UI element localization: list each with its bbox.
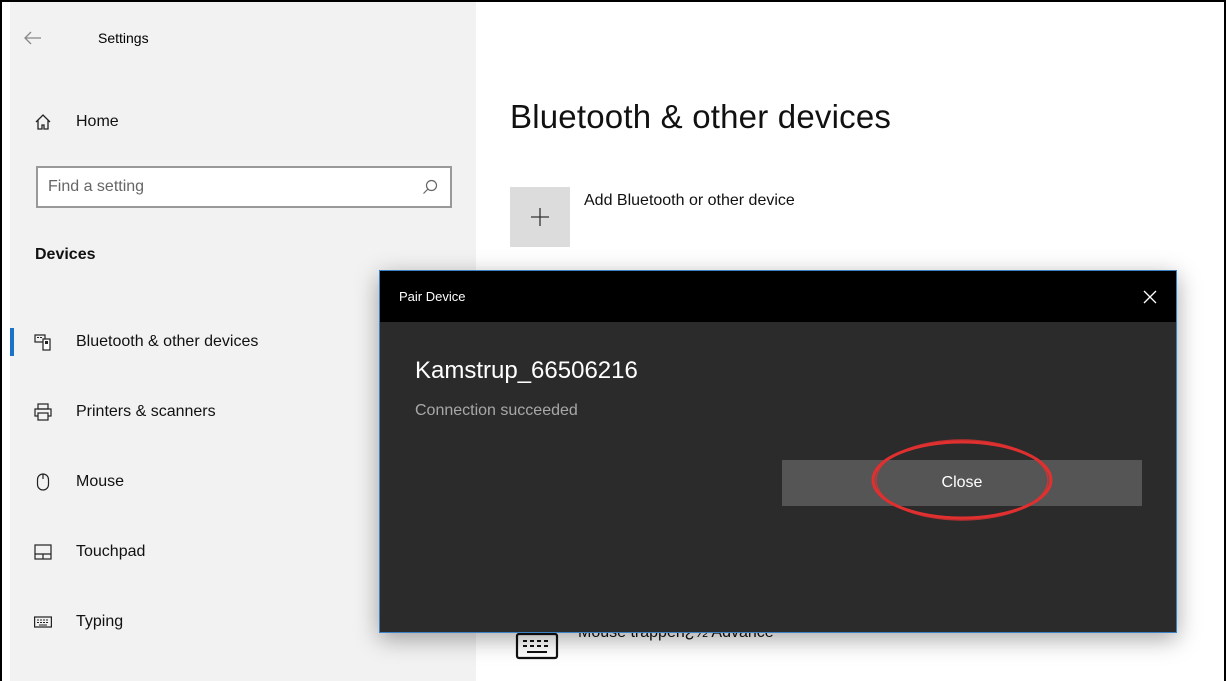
keyboard-icon	[34, 613, 52, 631]
touchpad-icon	[34, 543, 52, 561]
mouse-icon	[34, 473, 52, 491]
device-name: Kamstrup_66506216	[415, 357, 638, 384]
section-title: Devices	[35, 246, 96, 263]
app-title: Settings	[98, 30, 149, 46]
connection-status: Connection succeeded	[415, 402, 578, 419]
sidebar-item-label: Touchpad	[76, 543, 146, 560]
sidebar-item-label: Mouse	[76, 473, 125, 490]
nav-home[interactable]: Home	[10, 102, 476, 142]
home-icon	[34, 113, 52, 131]
window-frame: Settings Home Devices	[0, 0, 1226, 681]
close-button[interactable]: Close	[782, 460, 1142, 506]
back-button[interactable]	[10, 20, 56, 56]
title-bar: Settings	[10, 20, 476, 56]
bluetooth-devices-icon	[34, 333, 52, 351]
sidebar-item-label: Typing	[76, 613, 124, 630]
add-device-button[interactable]	[510, 187, 570, 247]
home-label: Home	[76, 113, 119, 130]
back-arrow-icon	[24, 31, 41, 45]
page-title: Bluetooth & other devices	[510, 98, 892, 135]
add-device-label[interactable]: Add Bluetooth or other device	[584, 192, 795, 210]
search-icon[interactable]	[420, 177, 440, 197]
dialog-close-button[interactable]	[1130, 277, 1170, 317]
search-box[interactable]	[36, 166, 452, 208]
search-input[interactable]	[48, 178, 420, 196]
sidebar-item-label: Bluetooth & other devices	[76, 333, 259, 350]
sidebar-item-label: Printers & scanners	[76, 403, 216, 420]
close-icon	[1143, 290, 1157, 304]
dialog-title: Pair Device	[399, 289, 466, 304]
plus-icon	[531, 208, 549, 226]
keyboard-device-icon	[512, 628, 562, 664]
pair-device-dialog: Pair Device Kamstrup_66506216 Connection…	[379, 270, 1177, 633]
dialog-title-bar: Pair Device	[380, 271, 1176, 322]
printer-icon	[34, 403, 52, 421]
